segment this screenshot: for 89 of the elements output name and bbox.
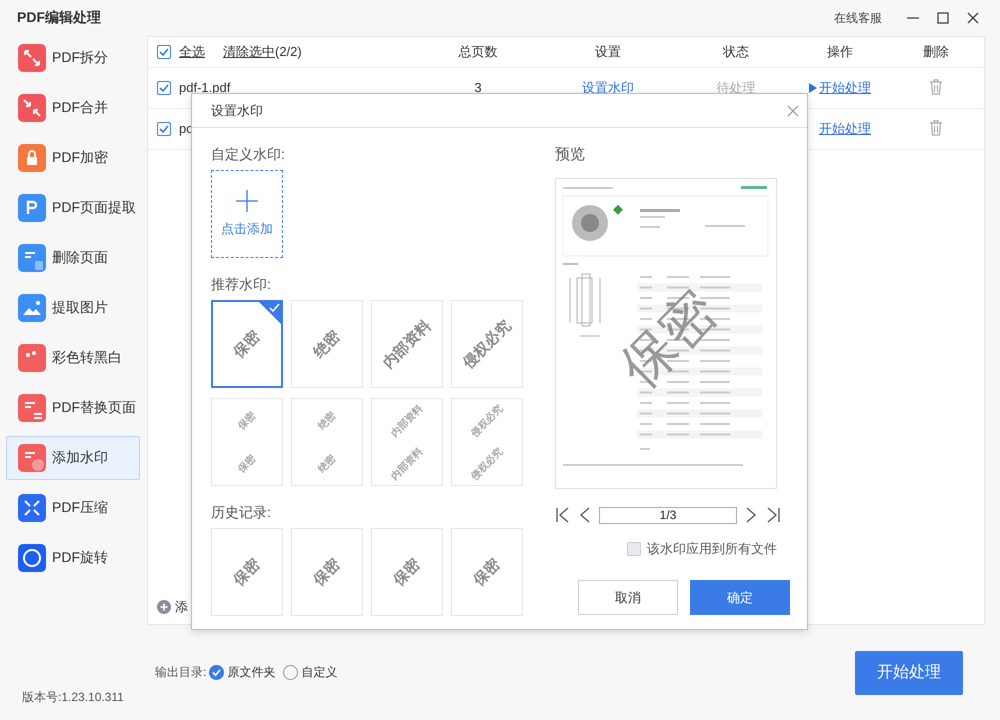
tool-icon xyxy=(18,44,46,72)
radio-label[interactable]: 原文件夹 xyxy=(227,664,276,681)
selection-count: (2/2) xyxy=(275,45,302,59)
tool-icon xyxy=(18,244,46,272)
check-icon xyxy=(212,668,222,677)
watermark-text: 保密 xyxy=(310,554,344,590)
sidebar-item[interactable]: PDF加密 xyxy=(6,136,140,180)
add-watermark-button[interactable]: 点击添加 xyxy=(211,170,283,258)
watermark-text: 保密 xyxy=(608,278,730,401)
watermark-text: 绝密 xyxy=(315,408,340,433)
version-text: 版本号:1.23.10.311 xyxy=(22,689,124,706)
checkbox-label[interactable]: 该水印应用到所有文件 xyxy=(647,540,777,558)
radio-button[interactable] xyxy=(209,665,224,680)
watermark-text: 保密 xyxy=(390,554,424,590)
watermark-text: 保密 xyxy=(235,408,260,433)
watermark-text: 保密 xyxy=(470,554,504,590)
add-file-text[interactable]: 添 xyxy=(175,598,188,616)
sidebar-item[interactable]: 添加水印 xyxy=(6,436,140,480)
output-label: 输出目录: xyxy=(155,664,206,681)
sidebar-item[interactable]: PDF压缩 xyxy=(6,486,140,530)
status-text: 待处理 xyxy=(716,80,756,95)
watermark-text: 保密 xyxy=(230,554,264,590)
check-icon xyxy=(159,83,169,93)
watermark-text: 侵权必究 xyxy=(459,316,515,372)
sidebar-item[interactable]: PDF拆分 xyxy=(6,36,140,80)
checkbox[interactable] xyxy=(157,81,171,95)
watermark-text: 侵权必究 xyxy=(468,444,506,483)
play-icon xyxy=(809,83,817,93)
section-label: 自定义水印: xyxy=(211,146,286,164)
tool-icon xyxy=(18,544,46,572)
sidebar-item[interactable]: PDF旋转 xyxy=(6,536,140,580)
column-header: 操作 xyxy=(827,45,853,59)
checkbox[interactable] xyxy=(157,45,171,59)
column-header: 状态 xyxy=(723,45,749,59)
page-field[interactable]: 1/3 xyxy=(599,506,737,524)
check-icon xyxy=(159,47,169,57)
watermark-text: 内部资料 xyxy=(388,402,426,440)
checkbox[interactable] xyxy=(157,122,171,136)
sidebar-item[interactable]: 彩色转黑白 xyxy=(6,336,140,380)
watermark-text: 内部资料 xyxy=(379,316,435,372)
sidebar-item[interactable]: 删除页面 xyxy=(6,236,140,280)
app-title: PDF编辑处理 xyxy=(17,9,102,27)
watermark-text: 绝密 xyxy=(315,452,340,476)
column-header: 删除 xyxy=(923,45,949,59)
start-link[interactable]: 开始处理 xyxy=(819,81,871,95)
sidebar-item[interactable]: 提取图片 xyxy=(6,286,140,330)
trash-icon[interactable] xyxy=(929,120,943,136)
first-page-icon[interactable] xyxy=(555,506,571,524)
tool-icon xyxy=(18,494,46,522)
radio-label[interactable]: 自定义 xyxy=(301,664,338,681)
watermark-text: 绝密 xyxy=(310,326,344,362)
tool-icon xyxy=(18,144,46,172)
add-icon[interactable] xyxy=(157,600,171,614)
tool-icon xyxy=(18,94,46,122)
clear-selection-link[interactable]: 清除选中 xyxy=(223,45,275,59)
column-header: 总页数 xyxy=(458,45,498,59)
tool-icon xyxy=(18,344,46,372)
watermark-text: 侵权必究 xyxy=(468,402,506,440)
trash-icon[interactable] xyxy=(929,78,943,94)
check-icon xyxy=(159,124,169,134)
radio-button[interactable] xyxy=(283,665,298,680)
sidebar-item[interactable]: PDF合并 xyxy=(6,86,140,130)
watermark-text: 保密 xyxy=(235,452,260,476)
page-count: 3 xyxy=(474,81,482,95)
tool-icon xyxy=(18,194,46,222)
cancel-button[interactable]: 取消 xyxy=(578,580,678,615)
tool-icon xyxy=(18,294,46,322)
confirm-button[interactable]: 确定 xyxy=(690,580,790,615)
watermark-text: 保密 xyxy=(230,326,264,362)
check-icon xyxy=(258,302,281,325)
watermark-text: 内部资料 xyxy=(388,444,426,483)
section-label: 推荐水印: xyxy=(211,276,272,294)
tool-icon xyxy=(18,444,46,472)
section-label: 历史记录: xyxy=(211,504,272,522)
checkbox[interactable] xyxy=(627,542,641,556)
sidebar-item[interactable]: PDF替换页面 xyxy=(6,386,140,430)
preview-label: 预览 xyxy=(555,145,586,164)
support-link[interactable]: 在线客服 xyxy=(834,10,882,26)
select-all-link[interactable]: 全选 xyxy=(179,45,205,59)
file-name: pdf-1.pdf xyxy=(179,81,230,95)
sidebar-item[interactable]: PDF页面提取 xyxy=(6,186,140,230)
start-button[interactable]: 开始处理 xyxy=(855,650,963,694)
start-link[interactable]: 开始处理 xyxy=(819,122,871,136)
plus-icon xyxy=(236,190,258,212)
tool-icon xyxy=(18,394,46,422)
column-header: 设置 xyxy=(595,45,621,59)
last-page-icon[interactable] xyxy=(765,506,781,524)
dialog-title: 设置水印 xyxy=(211,102,264,120)
settings-link[interactable]: 设置水印 xyxy=(582,80,634,95)
